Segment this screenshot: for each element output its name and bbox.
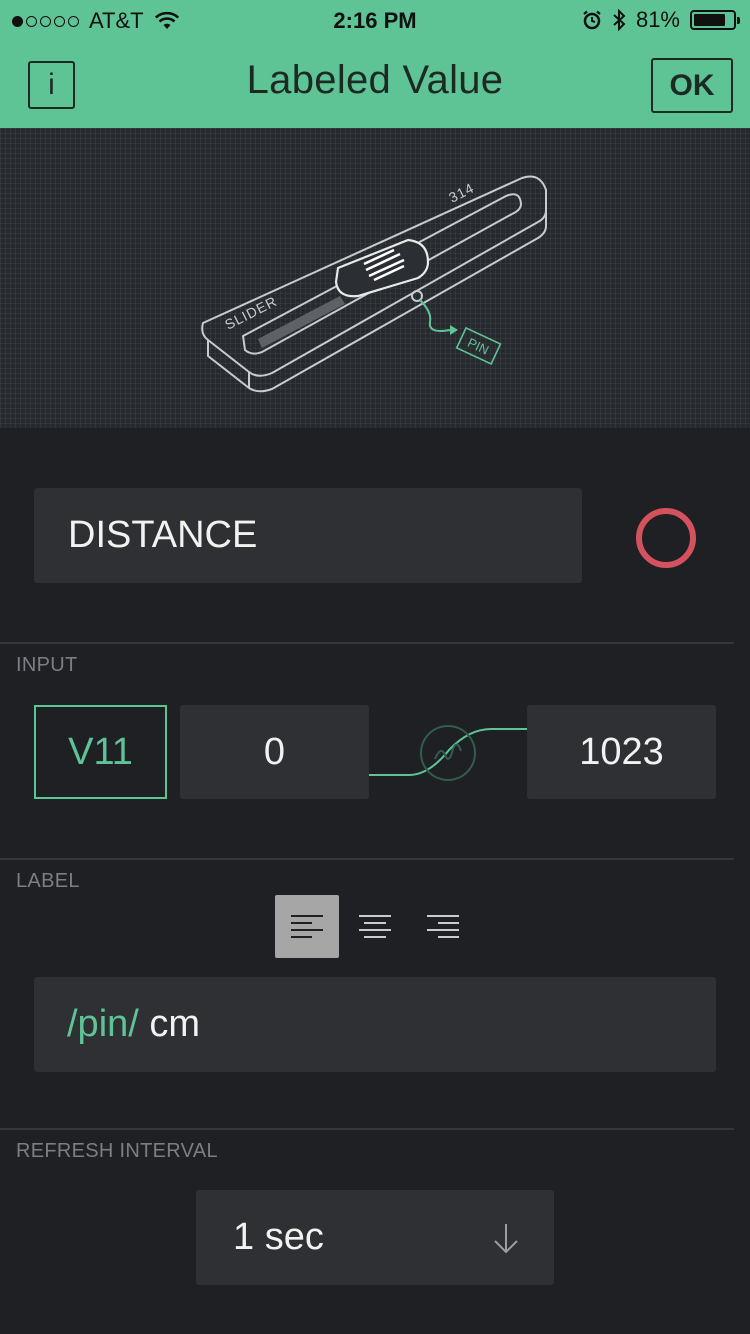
divider: [0, 858, 734, 860]
align-right-button[interactable]: [411, 895, 475, 958]
widget-color-picker[interactable]: [636, 508, 696, 568]
align-center-button[interactable]: [343, 895, 407, 958]
battery-percent: 81%: [635, 7, 680, 32]
min-value-input[interactable]: 0: [180, 705, 369, 799]
divider: [0, 1128, 734, 1130]
alarm-icon: [583, 10, 601, 30]
status-right: 81%: [582, 7, 740, 33]
label-format-input[interactable]: /pin/ cm: [34, 977, 716, 1072]
label-suffix-text: cm: [138, 1003, 201, 1045]
pin-selector-button[interactable]: V11: [34, 705, 167, 799]
refresh-interval-value: 1 sec: [233, 1216, 324, 1258]
status-bar: AT&T 2:16 PM 81%: [0, 0, 750, 40]
refresh-section-label: REFRESH INTERVAL: [16, 1140, 218, 1162]
battery-icon: [690, 10, 740, 30]
align-left-button[interactable]: [275, 895, 339, 958]
label-section-label: LABEL: [16, 870, 80, 892]
page-title: Labeled Value: [246, 58, 504, 102]
mapping-curve-icon: [369, 725, 527, 781]
label-pin-token: /pin/: [67, 1003, 139, 1045]
labeled-value-settings-screen: AT&T 2:16 PM 81% i Labeled Value OK SLID…: [0, 0, 750, 1334]
slider-value-text: 314: [446, 179, 477, 205]
ok-button[interactable]: OK: [651, 58, 733, 113]
slider-text: SLIDER: [222, 293, 280, 333]
max-value-input[interactable]: 1023: [527, 705, 716, 799]
widget-illustration: SLIDER 314 PIN: [0, 128, 750, 428]
input-section-label: INPUT: [16, 654, 78, 676]
slider-device-illustration: SLIDER 314 PIN: [201, 175, 547, 393]
refresh-interval-dropdown[interactable]: 1 sec: [196, 1190, 554, 1285]
widget-name-input[interactable]: DISTANCE: [34, 488, 582, 583]
arrow-down-icon: [494, 1224, 518, 1254]
header-bar: AT&T 2:16 PM 81% i Labeled Value OK: [0, 0, 750, 128]
text-alignment-group: [275, 895, 475, 958]
bluetooth-icon: [613, 9, 626, 31]
align-left-icon: [291, 914, 323, 938]
divider: [0, 642, 734, 644]
align-center-icon: [359, 914, 391, 938]
align-right-icon: [427, 914, 459, 938]
